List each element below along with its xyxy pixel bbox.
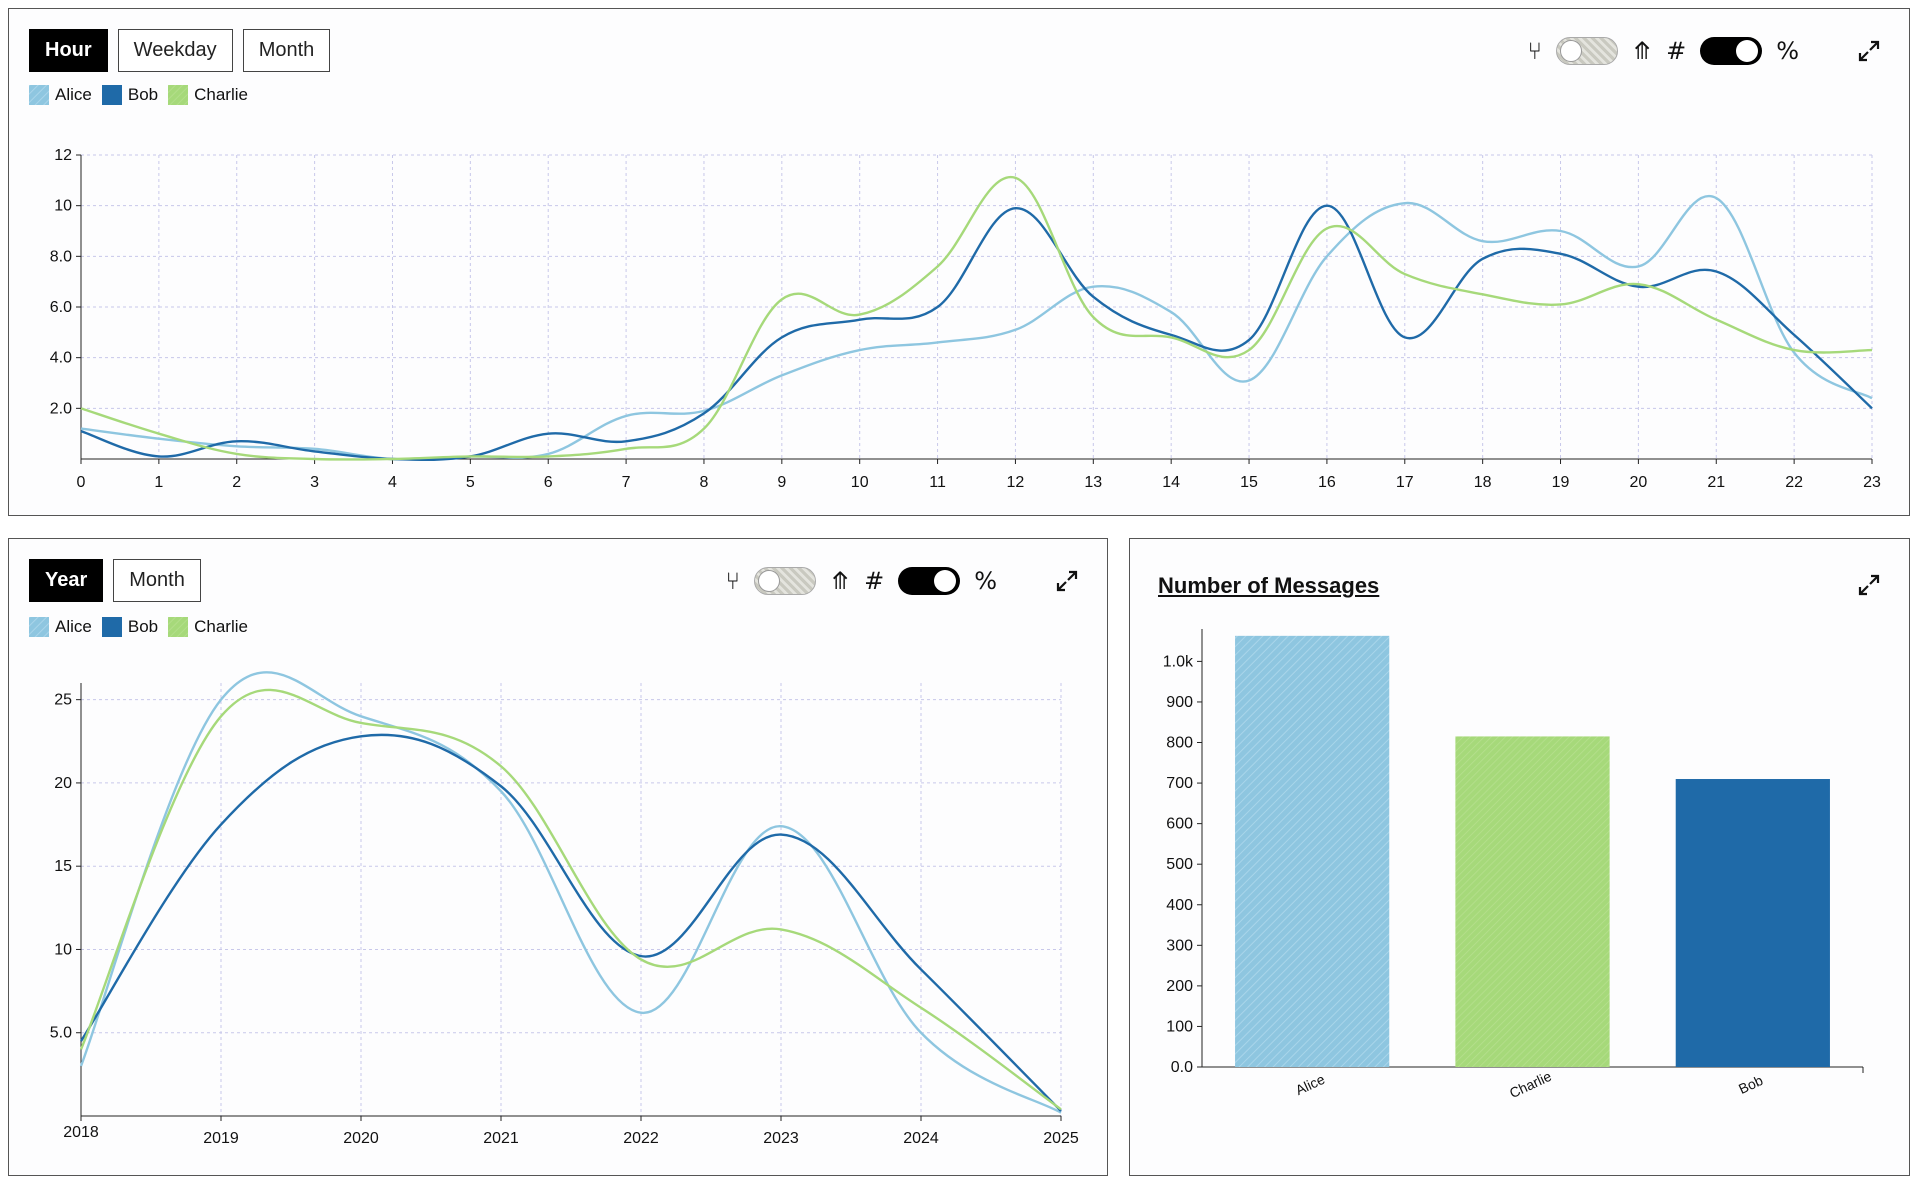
x-tick-label: 13 (1084, 474, 1102, 491)
y-tick-label: 300 (1166, 937, 1193, 954)
x-tick-label: 4 (388, 474, 397, 491)
x-tick-label: 8 (700, 474, 709, 491)
bar-charlie (1455, 736, 1610, 1067)
y-tick-label: 20 (54, 775, 72, 792)
x-tick-label: 12 (1007, 474, 1025, 491)
x-tick-label: Alice (1293, 1071, 1327, 1098)
x-tick-label: Bob (1736, 1072, 1766, 1097)
x-tick-label: 6 (544, 474, 553, 491)
x-tick-label: 16 (1318, 474, 1336, 491)
message-count-panel: Number of Messages 0.0 100 200 300 400 500 600… (1129, 538, 1910, 1176)
x-tick-label: 2020 (343, 1130, 379, 1147)
x-tick-label: 7 (622, 474, 631, 491)
y-tick-label: 5.0 (50, 1025, 72, 1042)
x-tick-label: 22 (1785, 474, 1803, 491)
x-tick-label: 17 (1396, 474, 1414, 491)
series-line-alice (80, 194, 1873, 461)
y-tick-label: 200 (1166, 978, 1193, 995)
y-tick-label: 10 (54, 941, 72, 958)
x-tick-label: 18 (1474, 474, 1492, 491)
x-tick-label: 2 (232, 474, 241, 491)
yearly-activity-panel: Year Month Alice Bob Charlie ⑂ ⤊ # % 5.0… (8, 538, 1108, 1176)
y-tick-label: 800 (1166, 735, 1193, 752)
x-tick-label: 2021 (483, 1130, 519, 1147)
y-tick-label: 400 (1166, 897, 1193, 914)
series-line-bob (79, 733, 1062, 1112)
y-tick-label: 500 (1166, 856, 1193, 873)
x-tick-label: 2025 (1043, 1130, 1079, 1147)
y-tick-label: 100 (1166, 1018, 1193, 1035)
bar-bob (1675, 779, 1830, 1067)
x-tick-label: 9 (777, 474, 786, 491)
x-tick-label: Charlie (1507, 1068, 1554, 1101)
x-tick-label: 14 (1162, 474, 1180, 491)
x-tick-label: 20 (1629, 474, 1647, 491)
y-tick-label: 0.0 (1171, 1059, 1193, 1076)
series-line-charlie (80, 175, 1873, 461)
y-tick-label: 600 (1166, 816, 1193, 833)
x-tick-label: 19 (1552, 474, 1570, 491)
y-tick-label: 1.0k (1163, 653, 1194, 670)
x-tick-label: 0 (77, 474, 86, 491)
x-tick-label: 15 (1240, 474, 1258, 491)
y-tick-label: 2.0 (50, 400, 72, 417)
x-tick-label: 2024 (903, 1130, 939, 1147)
hourly-line-chart: 2.04.06.08.010120 1 2 3 4 5 6 7 8 9 10 11 12 13 14 15 16… (50, 147, 1881, 491)
series-line-bob (80, 204, 1873, 462)
y-tick-label: 25 (54, 692, 72, 709)
y-tick-label: 15 (54, 858, 72, 875)
x-tick-label: 2022 (623, 1130, 659, 1147)
y-tick-label: 12 (54, 147, 72, 164)
x-tick-label: 10 (851, 474, 869, 491)
x-tick-label: 2023 (763, 1130, 799, 1147)
x-tick-label: 2018 (63, 1124, 99, 1141)
series-line-charlie (79, 688, 1062, 1111)
hourly-activity-panel: Hour Weekday Month Alice Bob Charlie ⑂ ⤊… (8, 8, 1910, 516)
y-tick-label: 6.0 (50, 299, 72, 316)
y-tick-label: 10 (54, 198, 72, 215)
bar-alice (1235, 635, 1390, 1067)
x-tick-label: 23 (1863, 474, 1881, 491)
x-tick-label: 11 (929, 474, 946, 491)
x-tick-label: 1 (154, 474, 163, 491)
x-tick-label: 5 (466, 474, 475, 491)
y-tick-label: 8.0 (50, 248, 72, 265)
y-tick-label: 4.0 (50, 350, 72, 367)
message-count-bar-chart: 0.0 100 200 300 400 500 600 700 800 900 1.0k Alice C… (1163, 629, 1864, 1101)
yearly-line-chart: 5.0101520252018 2019 2020 2021 2022 2023 2024 2… (50, 671, 1079, 1147)
x-tick-label: 2019 (203, 1130, 239, 1147)
series-line-alice (79, 671, 1062, 1114)
x-tick-label: 21 (1707, 474, 1725, 491)
y-tick-label: 900 (1166, 694, 1193, 711)
y-tick-label: 700 (1166, 775, 1193, 792)
x-tick-label: 3 (310, 474, 319, 491)
